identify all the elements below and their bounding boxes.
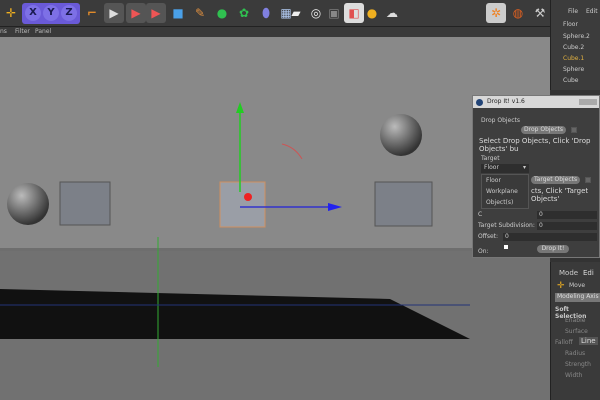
cube-object[interactable]	[59, 181, 111, 226]
om-menu-file[interactable]: File	[568, 8, 578, 15]
workplane-icon[interactable]: ◍	[508, 3, 528, 23]
horizon-line	[0, 248, 550, 251]
option-objects[interactable]: Object(s)	[486, 199, 513, 206]
object-cube-1[interactable]: Cube.1	[563, 55, 584, 62]
object-sphere[interactable]: Sphere	[563, 66, 584, 73]
sphere-2-object[interactable]	[380, 114, 422, 156]
cube-1-selected[interactable]	[219, 181, 266, 228]
object-sphere-2[interactable]: Sphere.2	[563, 33, 590, 40]
sun-icon[interactable]: ●	[362, 3, 382, 23]
target-dropdown-menu: Floor Workplane Object(s)	[481, 174, 529, 209]
offset-field[interactable]: 0	[503, 233, 597, 241]
object-cube[interactable]: Cube	[563, 77, 579, 84]
strength-label: Strength	[565, 361, 591, 368]
attr-menu-edit[interactable]: Edi	[583, 269, 594, 277]
move-tool-icon: ✛	[557, 281, 565, 291]
target-heading: Target	[481, 155, 500, 162]
x-axis-handle[interactable]	[244, 193, 252, 201]
option-floor[interactable]: Floor	[486, 177, 501, 184]
tab-modeling-axis[interactable]: Modeling Axis	[555, 293, 600, 302]
menu-panel[interactable]: Panel	[35, 28, 51, 35]
target-subdivision-field[interactable]: 0	[537, 222, 597, 230]
falloff-label: Falloff	[555, 339, 573, 346]
render-settings-icon[interactable]: ▶	[146, 3, 166, 23]
radius-label: Radius	[565, 350, 586, 357]
z-axis-toggle[interactable]: Z	[61, 5, 77, 21]
drop-hint: Select Drop Objects, Click 'Drop Objects…	[479, 137, 591, 153]
subdivision-icon[interactable]: ●	[212, 3, 232, 23]
move-icon[interactable]: ✛	[1, 3, 21, 23]
option-workplane[interactable]: Workplane	[486, 188, 518, 195]
sky-icon[interactable]: ☁	[382, 3, 402, 23]
pen-spline-icon[interactable]: ✎	[190, 3, 210, 23]
object-manager: File Edit Floor Sphere.2 Cube.2 Cube.1 S…	[550, 0, 600, 90]
target-selected-value: Floor	[484, 164, 499, 171]
drop-objects-button[interactable]: Drop Objects	[521, 126, 567, 134]
cube-icon[interactable]: ■	[168, 3, 188, 23]
om-menu-edit[interactable]: Edit	[586, 8, 598, 15]
camera-icon[interactable]: ▰	[286, 3, 306, 23]
array-icon[interactable]: ✿	[234, 3, 254, 23]
snap-icon[interactable]: ✲	[486, 3, 506, 23]
deformer-icon[interactable]: ⬮	[256, 3, 276, 23]
width-label: Width	[565, 372, 583, 379]
target-select[interactable]: Floor ▾	[481, 164, 529, 173]
target-objects-checkbox[interactable]	[585, 177, 591, 183]
viewport-menubar: ns Filter Panel	[0, 27, 550, 37]
object-floor[interactable]: Floor	[563, 21, 578, 28]
drop-objects-checkbox[interactable]	[571, 127, 577, 133]
environment-icon[interactable]: ◧	[344, 3, 364, 23]
chevron-down-icon: ▾	[522, 164, 526, 171]
attr-menu-mode[interactable]: Mode	[559, 269, 578, 277]
target-hint: cts, Click 'Target Objects'	[531, 187, 589, 203]
y-axis-toggle[interactable]: Y	[43, 5, 59, 21]
material-icon[interactable]: ▣	[324, 3, 344, 23]
drop-objects-heading: Drop Objects	[481, 117, 521, 124]
tools-icon[interactable]: ⚒	[530, 3, 550, 23]
render-view-icon[interactable]: ▶	[104, 3, 124, 23]
coordinate-system-icon[interactable]: ⌐	[82, 3, 102, 23]
x-axis-toggle[interactable]: X	[25, 5, 41, 21]
enable-label: Enable	[565, 317, 586, 324]
target-objects-button[interactable]: Target Objects	[531, 176, 581, 184]
drop-it-button[interactable]: Drop It!	[537, 245, 569, 253]
sub-label: C	[478, 211, 483, 218]
menu-filter[interactable]: Filter	[15, 28, 30, 35]
on-checkbox[interactable]	[504, 245, 508, 249]
sphere-object[interactable]	[7, 183, 49, 225]
tool-name: Move	[569, 282, 586, 289]
object-cube-2[interactable]: Cube.2	[563, 44, 584, 51]
axis-lock-group: X Y Z	[22, 3, 80, 24]
menu-display[interactable]: ns	[0, 28, 7, 35]
render-picture-viewer-icon[interactable]: ▶	[126, 3, 146, 23]
surface-label: Surface	[565, 328, 588, 335]
attribute-manager: Mode Edi ✛ Move Modeling Axis Soft Selec…	[550, 262, 600, 400]
light-icon[interactable]: ◎	[306, 3, 326, 23]
sub-field[interactable]: 0	[537, 211, 597, 219]
3d-viewport[interactable]	[0, 37, 550, 400]
cinema4d-logo-icon	[476, 99, 483, 106]
footer-label: On:	[478, 248, 489, 255]
drop-it-dialog: Drop It! v1.6 Drop Objects Drop Objects …	[472, 95, 600, 258]
target-subdivision-label: Target Subdivision:	[478, 222, 535, 229]
window-controls[interactable]	[579, 99, 597, 105]
main-toolbar: ✛ X Y Z ⌐ ▶ ▶ ▶ ■ ✎ ● ✿ ⬮ ▦ ▰ ◎ ▣ ◧ ● ☁ …	[0, 0, 600, 27]
cube-2-object[interactable]	[374, 181, 433, 227]
offset-label: Offset:	[478, 233, 499, 240]
falloff-select[interactable]: Line	[579, 337, 598, 345]
